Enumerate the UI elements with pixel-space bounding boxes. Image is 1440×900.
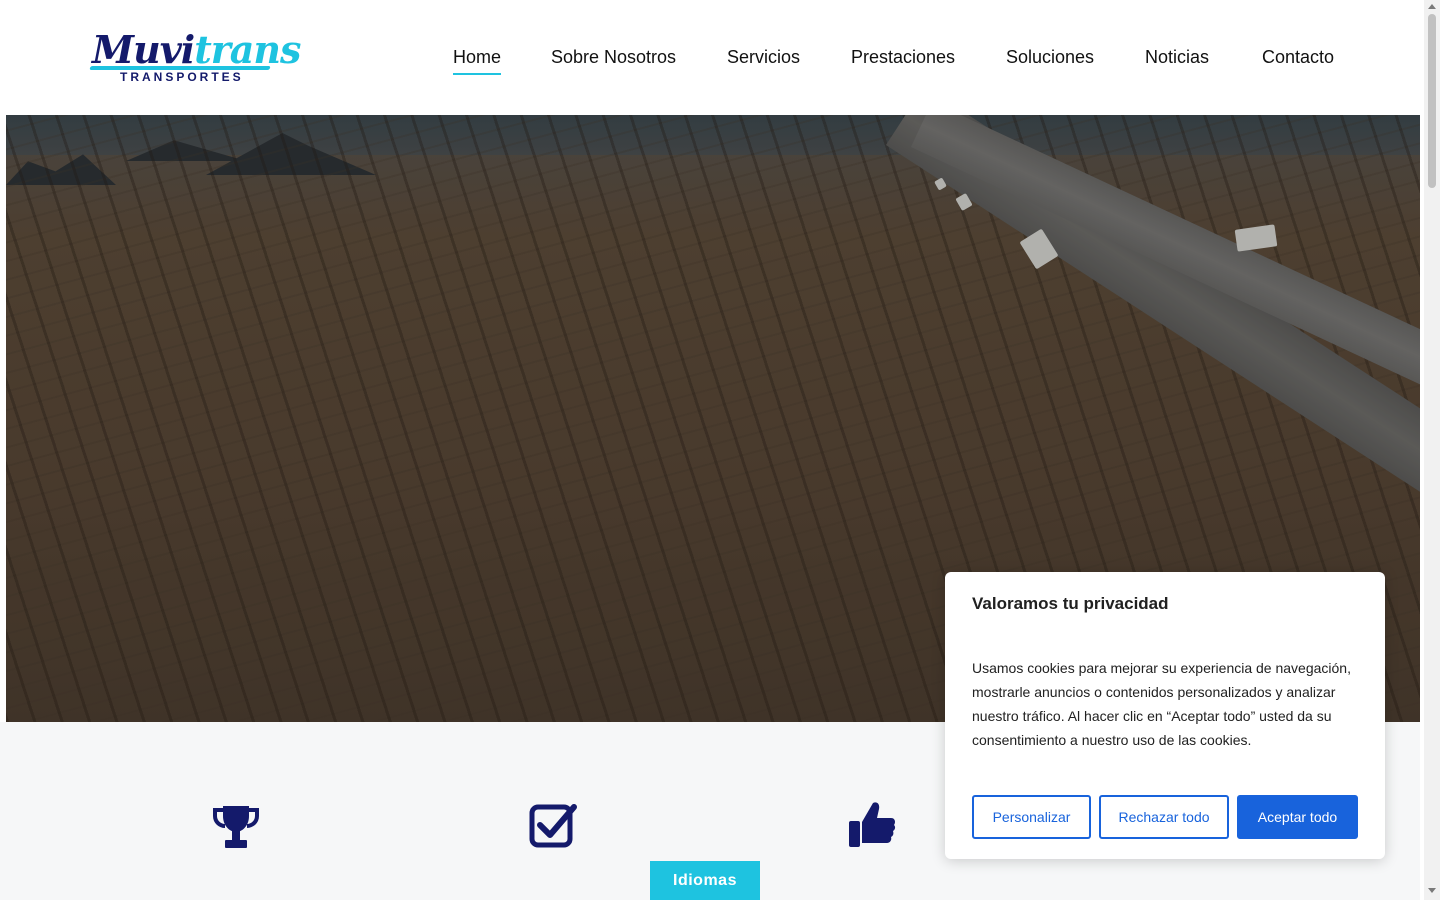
nav-item-contacto[interactable]: Contacto	[1262, 44, 1334, 70]
scroll-up-icon[interactable]	[1428, 4, 1436, 9]
cookie-consent-banner: Valoramos tu privacidad Usamos cookies p…	[945, 572, 1385, 859]
customize-button[interactable]: Personalizar	[972, 795, 1091, 839]
checkbox-icon	[529, 804, 577, 848]
nav-item-servicios[interactable]: Servicios	[727, 44, 800, 70]
page-scrollbar[interactable]	[1424, 0, 1440, 900]
thumbs-up-icon	[849, 802, 896, 847]
scroll-down-icon[interactable]	[1428, 888, 1436, 893]
language-button[interactable]: Idiomas	[650, 861, 760, 900]
nav-item-prestaciones[interactable]: Prestaciones	[851, 44, 955, 70]
nav-item-noticias[interactable]: Noticias	[1145, 44, 1209, 70]
muvitrans-logo[interactable]: Muvitrans TRANSPORTES	[89, 28, 301, 88]
reject-all-button[interactable]: Rechazar todo	[1099, 795, 1229, 839]
trophy-icon	[213, 806, 259, 848]
cookie-description: Usamos cookies para mejorar su experienc…	[972, 660, 1351, 748]
nav-item-soluciones[interactable]: Soluciones	[1006, 44, 1094, 70]
scroll-thumb[interactable]	[1428, 14, 1436, 188]
logo-subtitle: TRANSPORTES	[120, 70, 244, 84]
site-header: Muvitrans TRANSPORTES Home Sobre Nosotro…	[0, 0, 1420, 115]
nav-item-home[interactable]: Home	[453, 44, 502, 75]
cookie-title: Valoramos tu privacidad	[972, 594, 1169, 613]
nav-item-sobre-nosotros[interactable]: Sobre Nosotros	[551, 44, 676, 70]
accept-all-button[interactable]: Aceptar todo	[1237, 795, 1358, 839]
